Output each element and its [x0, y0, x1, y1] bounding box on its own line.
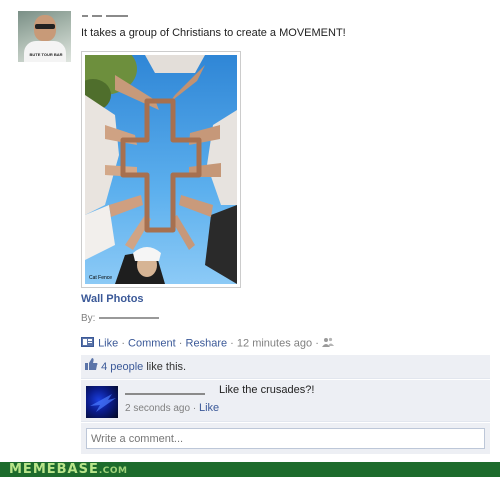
memebase-logo: MEMEBASE.COM — [9, 462, 128, 477]
shirt-text: BUTE TOUR BAR — [29, 52, 63, 57]
write-comment-row — [81, 423, 490, 454]
comment-link[interactable]: Comment — [128, 337, 176, 349]
author-name-redacted[interactable] — [82, 10, 162, 18]
reshare-link[interactable]: Reshare — [186, 337, 228, 349]
photo-tagged-redacted[interactable] — [99, 317, 160, 320]
status-text: It takes a group of Christians to create… — [81, 27, 346, 39]
album-link[interactable]: Wall Photos — [81, 293, 144, 305]
comment-author-redacted[interactable] — [125, 388, 211, 396]
memebase-watermark: MEMEBASE.COM — [0, 462, 500, 477]
comment-timestamp[interactable]: 2 seconds ago — [125, 403, 190, 414]
share-people-icon — [321, 337, 334, 350]
wall-photo[interactable]: Cat Fence — [81, 51, 241, 288]
author-avatar[interactable]: BUTE TOUR BAR — [18, 11, 71, 62]
photo-by-line: By: — [81, 313, 160, 324]
write-comment-input[interactable] — [86, 428, 485, 449]
comment-avatar[interactable] — [86, 386, 118, 418]
photo-caption: Cat Fence — [89, 275, 112, 281]
likes-summary: 4 people like this. — [81, 355, 490, 379]
comment-meta: 2 seconds ago · Like — [125, 402, 220, 414]
comment-text: Like the crusades?! — [219, 384, 315, 396]
likers-link[interactable]: 4 people — [101, 361, 143, 373]
comment-like-link[interactable]: Like — [199, 402, 219, 414]
feedback-box: 4 people like this. Like the crusades?! … — [81, 355, 490, 454]
like-link[interactable]: Like — [98, 337, 118, 349]
post-actions: Like · Comment · Reshare · 12 minutes ag… — [81, 336, 334, 350]
like-icon — [81, 336, 95, 351]
photo-hands-cross: Cat Fence — [85, 55, 237, 284]
facebook-post: BUTE TOUR BAR It takes a group of Christ… — [0, 0, 500, 462]
post-timestamp[interactable]: 12 minutes ago — [237, 337, 312, 349]
comment: Like the crusades?! 2 seconds ago · Like — [81, 380, 490, 422]
thumbs-up-icon — [85, 355, 98, 379]
